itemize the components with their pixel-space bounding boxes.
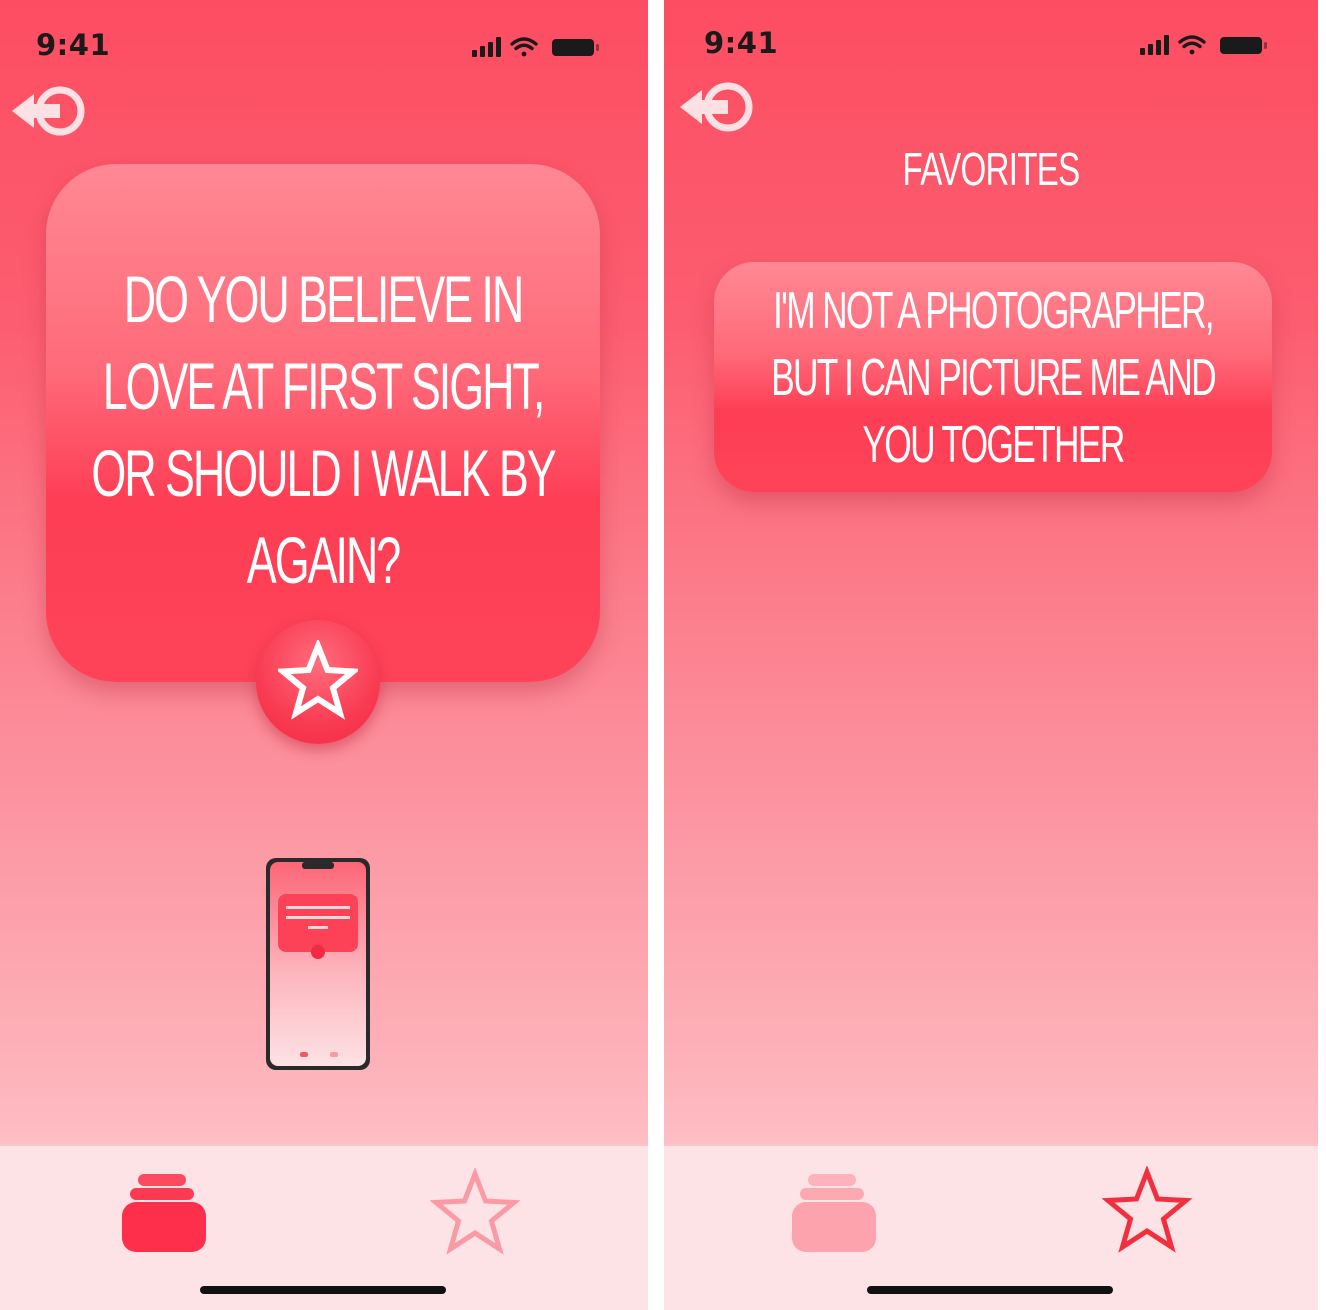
status-icons bbox=[1140, 32, 1280, 58]
tab-cards[interactable] bbox=[120, 1172, 210, 1260]
back-button[interactable] bbox=[8, 82, 92, 140]
status-time: 9:41 bbox=[36, 28, 111, 62]
status-icons bbox=[472, 34, 612, 60]
wifi-icon bbox=[510, 37, 538, 57]
favorite-button[interactable] bbox=[256, 620, 380, 744]
star-outline-icon bbox=[1101, 1165, 1193, 1253]
home-indicator[interactable] bbox=[200, 1286, 446, 1294]
favorite-line-text: I'M NOT A PHOTOGRAPHER, BUT I CAN PICTUR… bbox=[771, 282, 1217, 474]
pickup-line-text: DO YOU BELIEVE IN LOVE AT FIRST SIGHT, O… bbox=[91, 262, 556, 597]
star-outline-icon bbox=[429, 1167, 521, 1255]
battery-icon bbox=[552, 39, 599, 56]
status-time: 9:41 bbox=[704, 26, 779, 60]
phone-preview bbox=[264, 856, 372, 1072]
tab-cards[interactable] bbox=[790, 1172, 880, 1260]
wifi-icon bbox=[1178, 35, 1206, 55]
pickup-line-screen: 9:41 DO YOU BELIEVE IN LOVE AT FIRST SIG… bbox=[0, 0, 648, 1310]
favorite-card[interactable]: I'M NOT A PHOTOGRAPHER, BUT I CAN PICTUR… bbox=[714, 262, 1272, 492]
page-title: FAVORITES bbox=[902, 143, 1081, 195]
star-icon bbox=[278, 640, 358, 720]
signal-icon bbox=[472, 37, 501, 57]
signal-icon bbox=[1140, 35, 1169, 55]
pickup-line-card[interactable]: DO YOU BELIEVE IN LOVE AT FIRST SIGHT, O… bbox=[46, 164, 600, 682]
home-indicator[interactable] bbox=[867, 1286, 1113, 1294]
card-stack-icon bbox=[792, 1174, 876, 1252]
card-stack-icon bbox=[122, 1174, 206, 1252]
phone-preview-icon bbox=[266, 858, 370, 1070]
battery-icon bbox=[1220, 37, 1267, 54]
tab-favorites[interactable] bbox=[1101, 1165, 1193, 1260]
back-button[interactable] bbox=[676, 78, 760, 136]
favorites-screen: 9:41 FAVORITES I'M NOT A PHOTOGRAPHER, B… bbox=[664, 0, 1318, 1310]
tab-favorites[interactable] bbox=[429, 1167, 521, 1262]
back-arrow-icon bbox=[680, 82, 753, 132]
back-arrow-icon bbox=[12, 86, 85, 136]
